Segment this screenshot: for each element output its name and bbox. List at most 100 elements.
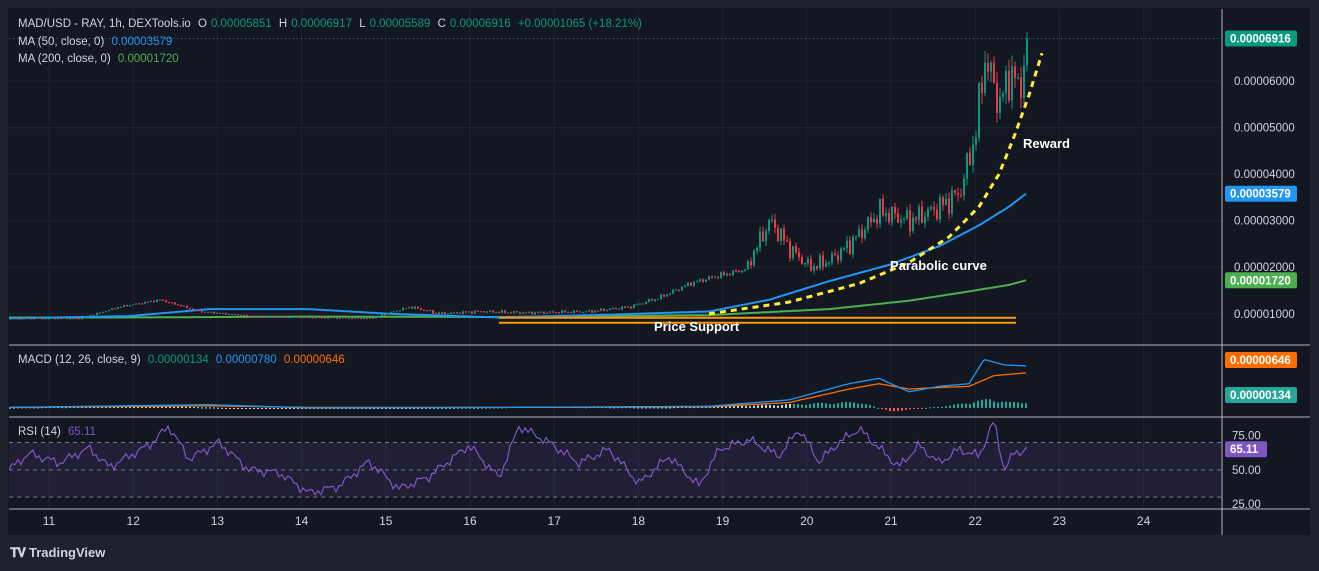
macd-legend[interactable]: MACD (12, 26, close, 9) 0.00000134 0.000… [18,353,349,368]
candle-body [936,209,938,220]
macd-hist-bar [993,401,995,408]
macd-hist-bar [229,407,231,409]
candle-body [777,227,779,242]
price-tick-label: 0.00006000 [1234,76,1295,88]
macd-hist-bar [941,406,943,408]
candle-body [654,299,656,301]
ohlc-legend: MAD/USD - RAY, 1h, DEXTools.io O 0.000058… [18,17,646,32]
candle-body [972,144,974,166]
macd-hist-bar [837,403,839,408]
candle-body [183,305,185,307]
candle-body [135,303,137,305]
candle-body [126,305,128,307]
candle-body [864,229,866,239]
candle-body [390,311,392,314]
candle-body [501,310,503,313]
candle-body [981,82,983,94]
candle-body [258,315,260,317]
candlestick-chart[interactable]: 0.00006000 0.00005000 0.00004000 0.00003000… [0,0,1319,571]
candle-body [222,313,224,315]
candle-body [795,246,797,253]
macd-hist-bar [861,403,863,408]
candle-body [771,219,773,221]
candle-body [885,213,887,216]
candle-body [768,219,770,232]
candle-body [906,210,908,219]
candle-body [756,247,758,251]
axis-badges: 0.00006916 0.00003579 0.00001720 0.00000646… [1225,30,1297,458]
macd-legend-signal: 0.00000646 [283,354,345,366]
price-tick-label: 0.00005000 [1234,123,1295,135]
candle-body [948,198,950,214]
symbol-title[interactable]: MAD/USD - RAY, 1h, DEXTools.io [18,18,191,30]
candle-body [330,317,332,319]
candle-body [960,195,962,197]
ma200-legend[interactable]: MA (200, close, 0) 0.00001720 [18,52,183,67]
candle-body [600,308,602,311]
candle-body [789,241,791,258]
time-tick-label: 13 [211,514,225,528]
candle-body [90,315,92,317]
candle-body [651,299,653,301]
candle-body [246,314,248,316]
candle-body [285,316,287,318]
candle-body [909,210,911,232]
candle-body [537,312,539,314]
candle-body [735,270,737,272]
macd-hist-bar [917,407,919,409]
candle-body [210,311,212,313]
candle-body [447,313,449,315]
macd-hist-bar [873,406,875,408]
candle-body [753,250,755,266]
low-value: 0.00005589 [369,18,431,30]
candle-body [474,310,476,314]
brand-name: TradingView [29,545,106,560]
high-label: H [278,18,288,30]
candle-body [342,317,344,319]
candle-body [582,311,584,313]
time-axis[interactable]: 11 12 13 14 15 16 17 18 19 20 21 22 23 24 [43,514,1151,528]
rsi-tick-label: 75.00 [1232,431,1261,443]
candle-body [573,310,575,314]
macd-hist-bar [857,403,859,408]
candle-body [489,310,491,312]
candle-body [954,190,956,193]
candle-body [411,306,413,309]
parabolic-curve [708,52,1044,316]
macd-hist-bar [209,407,211,409]
macd-hist-bar [181,406,183,408]
rsi-legend[interactable]: RSI (14) 65.11 [18,425,100,440]
macd-hist-bar [745,405,747,408]
candle-body [672,289,674,294]
candle-body [432,310,434,314]
candle-body [552,311,554,313]
ma50-legend[interactable]: MA (50, close, 0) 0.00003579 [18,35,176,50]
candle-body [1002,93,1004,97]
macd-hist-bar [901,407,903,411]
close-label: C [437,18,446,30]
parabolic-curve-path [708,52,1044,316]
high-value: 0.00006917 [291,18,352,30]
candle-body [951,190,953,214]
macd-hist-bar [781,404,783,408]
candle-body [204,311,206,313]
candle-body [867,217,869,230]
macd-hist-bar [261,407,263,409]
candle-body [900,219,902,223]
candle-body [816,266,818,269]
tradingview-logo[interactable]: 𝐓𝐕 TradingView [10,545,105,561]
candle-body [333,317,335,319]
candle-body [393,311,395,313]
candle-body [216,312,218,314]
macd-hist-bar [797,404,799,408]
candle-body [804,262,806,265]
candle-body [171,302,173,304]
candle-body [639,303,641,305]
candle-body [15,317,17,319]
candle-body [165,300,167,303]
macd-hist-bar [961,403,963,408]
candle-body [129,305,131,307]
macd-hist-bar [813,403,815,408]
candle-body [429,310,431,312]
candle-body [576,310,578,312]
